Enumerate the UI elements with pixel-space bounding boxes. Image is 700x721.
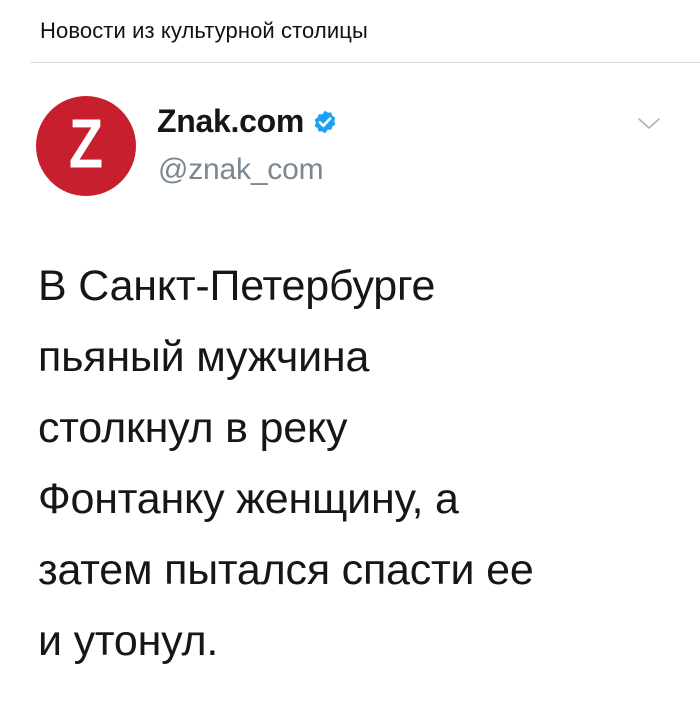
tweet-card[interactable]: Z Znak.com @znak_com В Санкт-Петербурге … <box>30 63 680 721</box>
author-row: Znak.com <box>157 103 338 140</box>
chevron-down-icon[interactable] <box>636 115 662 133</box>
avatar[interactable]: Z <box>36 96 136 196</box>
tweet-line: пьяный мужчина <box>38 333 370 381</box>
post-caption: Новости из культурной столицы <box>40 18 368 43</box>
author-name[interactable]: Znak.com <box>157 103 304 140</box>
author-handle[interactable]: @znak_com <box>158 153 324 187</box>
tweet-line: В Санкт-Петербурге <box>38 262 436 310</box>
tweet-line: Фонтанку женщину, а <box>38 475 459 523</box>
avatar-letter: Z <box>68 103 104 183</box>
tweet-line: и утонул. <box>38 617 219 665</box>
tweet-text: В Санкт-Петербурге пьяный мужчина столкн… <box>38 251 678 677</box>
tweet-line: затем пытался спасти ее <box>38 546 534 594</box>
tweet-line: столкнул в реку <box>38 404 348 452</box>
verified-badge-icon <box>312 109 338 135</box>
